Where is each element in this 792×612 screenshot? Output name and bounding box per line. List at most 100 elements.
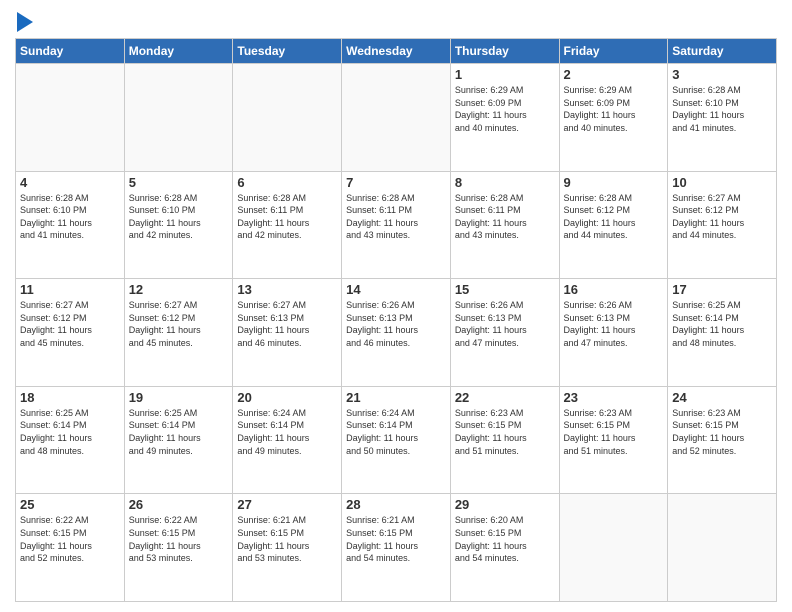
calendar-header-row: SundayMondayTuesdayWednesdayThursdayFrid… <box>16 39 777 64</box>
day-header-friday: Friday <box>559 39 668 64</box>
day-number: 29 <box>455 497 555 512</box>
calendar-cell: 13 Sunrise: 6:27 AM Sunset: 6:13 PM Dayli… <box>233 279 342 387</box>
header <box>15 10 777 32</box>
day-header-tuesday: Tuesday <box>233 39 342 64</box>
day-number: 26 <box>129 497 229 512</box>
day-number: 14 <box>346 282 446 297</box>
day-info: Sunrise: 6:28 AM Sunset: 6:11 PM Dayligh… <box>346 192 446 242</box>
day-info: Sunrise: 6:27 AM Sunset: 6:12 PM Dayligh… <box>672 192 772 242</box>
calendar-cell: 6Sunrise: 6:28 AM Sunset: 6:11 PM Daylig… <box>233 171 342 279</box>
calendar-cell: 22 Sunrise: 6:23 AM Sunset: 6:15 PM Dayli… <box>450 386 559 494</box>
calendar-week-0: 1 Sunrise: 6:29 AM Sunset: 6:09 PM Daylig… <box>16 64 777 172</box>
calendar-week-4: 25 Sunrise: 6:22 AM Sunset: 6:15 PM Dayli… <box>16 494 777 602</box>
calendar-cell: 12 Sunrise: 6:27 AM Sunset: 6:12 PM Dayli… <box>124 279 233 387</box>
day-info: Sunrise: 6:28 AM Sunset: 6:10 PM Dayligh… <box>129 192 229 242</box>
calendar-cell <box>16 64 125 172</box>
day-info: Sunrise: 6:25 AM Sunset: 6:14 PM Dayligh… <box>20 407 120 457</box>
calendar-cell: 18 Sunrise: 6:25 AM Sunset: 6:14 PM Dayli… <box>16 386 125 494</box>
calendar-cell: 29 Sunrise: 6:20 AM Sunset: 6:15 PM Dayli… <box>450 494 559 602</box>
day-info: Sunrise: 6:27 AM Sunset: 6:13 PM Dayligh… <box>237 299 337 349</box>
day-info: Sunrise: 6:29 AM Sunset: 6:09 PM Dayligh… <box>564 84 664 134</box>
calendar-cell <box>124 64 233 172</box>
logo-icon <box>17 12 33 32</box>
day-number: 23 <box>564 390 664 405</box>
day-info: Sunrise: 6:22 AM Sunset: 6:15 PM Dayligh… <box>20 514 120 564</box>
day-number: 2 <box>564 67 664 82</box>
day-info: Sunrise: 6:23 AM Sunset: 6:15 PM Dayligh… <box>455 407 555 457</box>
calendar-cell: 28Sunrise: 6:21 AM Sunset: 6:15 PM Dayli… <box>342 494 451 602</box>
calendar-cell: 25 Sunrise: 6:22 AM Sunset: 6:15 PM Dayli… <box>16 494 125 602</box>
calendar-cell: 7Sunrise: 6:28 AM Sunset: 6:11 PM Daylig… <box>342 171 451 279</box>
calendar-cell: 4 Sunrise: 6:28 AM Sunset: 6:10 PM Daylig… <box>16 171 125 279</box>
day-number: 9 <box>564 175 664 190</box>
calendar-table: SundayMondayTuesdayWednesdayThursdayFrid… <box>15 38 777 602</box>
day-number: 1 <box>455 67 555 82</box>
calendar-cell <box>668 494 777 602</box>
day-info: Sunrise: 6:27 AM Sunset: 6:12 PM Dayligh… <box>20 299 120 349</box>
day-info: Sunrise: 6:28 AM Sunset: 6:11 PM Dayligh… <box>455 192 555 242</box>
day-header-thursday: Thursday <box>450 39 559 64</box>
calendar-cell: 24 Sunrise: 6:23 AM Sunset: 6:15 PM Dayli… <box>668 386 777 494</box>
day-info: Sunrise: 6:25 AM Sunset: 6:14 PM Dayligh… <box>129 407 229 457</box>
day-info: Sunrise: 6:23 AM Sunset: 6:15 PM Dayligh… <box>672 407 772 457</box>
calendar-cell: 10 Sunrise: 6:27 AM Sunset: 6:12 PM Dayli… <box>668 171 777 279</box>
calendar-cell: 14 Sunrise: 6:26 AM Sunset: 6:13 PM Dayli… <box>342 279 451 387</box>
day-number: 13 <box>237 282 337 297</box>
day-header-sunday: Sunday <box>16 39 125 64</box>
calendar-cell: 20 Sunrise: 6:24 AM Sunset: 6:14 PM Dayli… <box>233 386 342 494</box>
day-number: 16 <box>564 282 664 297</box>
calendar-week-1: 4 Sunrise: 6:28 AM Sunset: 6:10 PM Daylig… <box>16 171 777 279</box>
day-number: 17 <box>672 282 772 297</box>
calendar-page: SundayMondayTuesdayWednesdayThursdayFrid… <box>0 0 792 612</box>
day-number: 6 <box>237 175 337 190</box>
day-info: Sunrise: 6:25 AM Sunset: 6:14 PM Dayligh… <box>672 299 772 349</box>
day-number: 3 <box>672 67 772 82</box>
day-number: 12 <box>129 282 229 297</box>
day-number: 20 <box>237 390 337 405</box>
day-number: 10 <box>672 175 772 190</box>
day-info: Sunrise: 6:21 AM Sunset: 6:15 PM Dayligh… <box>237 514 337 564</box>
day-info: Sunrise: 6:28 AM Sunset: 6:10 PM Dayligh… <box>20 192 120 242</box>
day-info: Sunrise: 6:24 AM Sunset: 6:14 PM Dayligh… <box>237 407 337 457</box>
day-number: 24 <box>672 390 772 405</box>
calendar-cell: 2 Sunrise: 6:29 AM Sunset: 6:09 PM Daylig… <box>559 64 668 172</box>
day-number: 18 <box>20 390 120 405</box>
calendar-cell: 11 Sunrise: 6:27 AM Sunset: 6:12 PM Dayli… <box>16 279 125 387</box>
day-info: Sunrise: 6:28 AM Sunset: 6:10 PM Dayligh… <box>672 84 772 134</box>
day-number: 11 <box>20 282 120 297</box>
day-number: 4 <box>20 175 120 190</box>
day-info: Sunrise: 6:22 AM Sunset: 6:15 PM Dayligh… <box>129 514 229 564</box>
day-info: Sunrise: 6:27 AM Sunset: 6:12 PM Dayligh… <box>129 299 229 349</box>
calendar-cell: 17 Sunrise: 6:25 AM Sunset: 6:14 PM Dayli… <box>668 279 777 387</box>
day-info: Sunrise: 6:26 AM Sunset: 6:13 PM Dayligh… <box>455 299 555 349</box>
calendar-cell <box>342 64 451 172</box>
calendar-cell: 3 Sunrise: 6:28 AM Sunset: 6:10 PM Daylig… <box>668 64 777 172</box>
day-number: 8 <box>455 175 555 190</box>
calendar-cell: 8 Sunrise: 6:28 AM Sunset: 6:11 PM Daylig… <box>450 171 559 279</box>
calendar-cell: 19 Sunrise: 6:25 AM Sunset: 6:14 PM Dayli… <box>124 386 233 494</box>
day-number: 25 <box>20 497 120 512</box>
day-info: Sunrise: 6:29 AM Sunset: 6:09 PM Dayligh… <box>455 84 555 134</box>
day-header-saturday: Saturday <box>668 39 777 64</box>
calendar-cell: 21 Sunrise: 6:24 AM Sunset: 6:14 PM Dayli… <box>342 386 451 494</box>
calendar-cell: 23Sunrise: 6:23 AM Sunset: 6:15 PM Dayli… <box>559 386 668 494</box>
day-header-wednesday: Wednesday <box>342 39 451 64</box>
day-info: Sunrise: 6:26 AM Sunset: 6:13 PM Dayligh… <box>346 299 446 349</box>
calendar-cell <box>233 64 342 172</box>
day-info: Sunrise: 6:20 AM Sunset: 6:15 PM Dayligh… <box>455 514 555 564</box>
day-info: Sunrise: 6:21 AM Sunset: 6:15 PM Dayligh… <box>346 514 446 564</box>
calendar-cell: 15 Sunrise: 6:26 AM Sunset: 6:13 PM Dayli… <box>450 279 559 387</box>
logo <box>15 14 33 32</box>
calendar-cell: 26 Sunrise: 6:22 AM Sunset: 6:15 PM Dayli… <box>124 494 233 602</box>
calendar-cell: 5Sunrise: 6:28 AM Sunset: 6:10 PM Daylig… <box>124 171 233 279</box>
day-info: Sunrise: 6:24 AM Sunset: 6:14 PM Dayligh… <box>346 407 446 457</box>
day-info: Sunrise: 6:28 AM Sunset: 6:12 PM Dayligh… <box>564 192 664 242</box>
day-number: 27 <box>237 497 337 512</box>
day-number: 22 <box>455 390 555 405</box>
calendar-cell: 1 Sunrise: 6:29 AM Sunset: 6:09 PM Daylig… <box>450 64 559 172</box>
day-number: 19 <box>129 390 229 405</box>
day-number: 15 <box>455 282 555 297</box>
calendar-week-2: 11 Sunrise: 6:27 AM Sunset: 6:12 PM Dayli… <box>16 279 777 387</box>
day-number: 21 <box>346 390 446 405</box>
day-info: Sunrise: 6:26 AM Sunset: 6:13 PM Dayligh… <box>564 299 664 349</box>
